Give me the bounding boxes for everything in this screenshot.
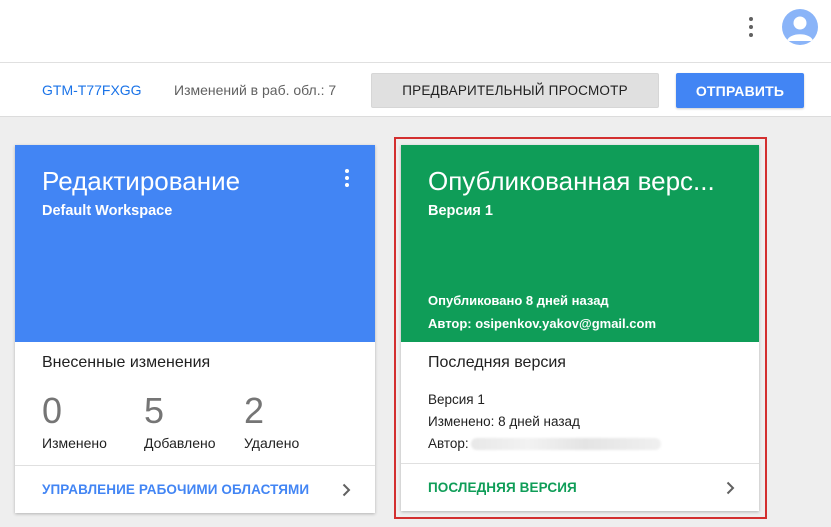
workspace-changes-count: Изменений в раб. обл.: 7 [174,82,337,98]
stat-modified: 0 Изменено [42,390,107,452]
chevron-right-icon [726,481,735,495]
stat-added: 5 Добавлено [144,390,216,452]
published-card-title: Опубликованная верс... [428,166,715,196]
published-version-name: Версия 1 [428,203,493,219]
workspace-card: Редактирование Default Workspace Внесенн… [15,145,375,513]
stat-label: Удалено [244,435,300,451]
chevron-right-icon [342,483,351,497]
workspace-card-title: Редактирование [42,166,241,196]
changes-section-title: Внесенные изменения [42,354,211,371]
stat-deleted: 2 Удалено [244,390,300,452]
stat-value: 0 [42,390,63,431]
top-bar [0,0,831,62]
latest-version-link[interactable]: ПОСЛЕДНЯЯ ВЕРСИЯ [401,463,759,511]
published-author-text: Автор: osipenkov.yakov@gmail.com [428,316,657,331]
container-toolbar: GTM-T77FXGG Изменений в раб. обл.: 7 ПРЕ… [0,62,831,117]
workspace-card-header[interactable]: Редактирование Default Workspace [15,145,375,342]
latest-version-title: Последняя версия [428,354,566,371]
stat-label: Добавлено [144,435,216,451]
latest-version-modified: Изменено: 8 дней назад [428,414,580,429]
workspace-name: Default Workspace [42,203,173,219]
author-label: Автор: [428,436,469,451]
more-vert-icon[interactable] [744,15,758,39]
container-id-link[interactable]: GTM-T77FXGG [42,82,142,98]
published-card-header[interactable]: Опубликованная верс... Версия 1 Опублико… [401,145,759,342]
more-vert-icon[interactable] [341,168,353,188]
published-version-card: Опубликованная верс... Версия 1 Опублико… [401,145,759,511]
manage-workspaces-link[interactable]: УПРАВЛЕНИЕ РАБОЧИМИ ОБЛАСТЯМИ [15,465,375,513]
latest-version-name: Версия 1 [428,392,485,407]
redacted-author [470,438,661,451]
account-avatar-icon[interactable] [782,9,818,45]
stat-label: Изменено [42,435,107,451]
submit-button[interactable]: ОТПРАВИТЬ [676,73,804,108]
stat-value: 2 [244,390,265,431]
published-ago-text: Опубликовано 8 дней назад [428,293,609,308]
stat-value: 5 [144,390,165,431]
latest-version-author: Автор: [428,436,661,451]
preview-button[interactable]: ПРЕДВАРИТЕЛЬНЫЙ ПРОСМОТР [371,73,659,108]
manage-workspaces-label: УПРАВЛЕНИЕ РАБОЧИМИ ОБЛАСТЯМИ [42,482,310,497]
latest-version-link-label: ПОСЛЕДНЯЯ ВЕРСИЯ [428,480,577,495]
